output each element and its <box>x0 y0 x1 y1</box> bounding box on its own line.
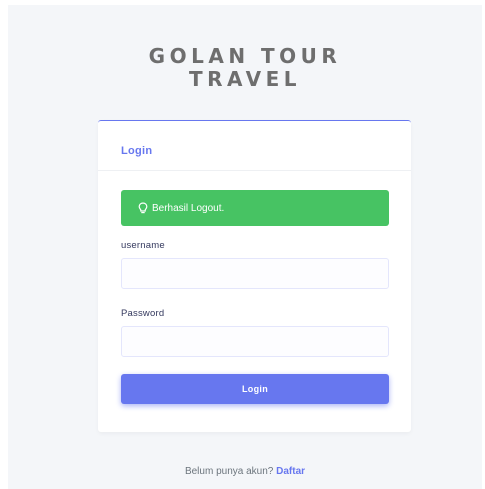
username-label: username <box>121 240 165 251</box>
login-button[interactable]: Login <box>121 374 389 404</box>
lightbulb-icon <box>138 202 148 214</box>
card-header: Login <box>98 121 411 171</box>
brand-title: GOLAN TOUR TRAVEL <box>8 45 482 91</box>
password-field[interactable] <box>121 326 389 357</box>
register-prompt-text: Belum punya akun? <box>184 466 274 477</box>
login-page: GOLAN TOUR TRAVEL Login Berhasil Logout.… <box>8 5 482 489</box>
logout-success-alert: Berhasil Logout. <box>121 190 389 226</box>
brand-line-2: TRAVEL <box>188 67 302 91</box>
password-label: Password <box>121 308 165 319</box>
card-title: Login <box>121 145 153 157</box>
register-link[interactable]: Daftar <box>276 466 305 477</box>
username-field[interactable] <box>121 258 389 289</box>
login-card: Login Berhasil Logout. username Password… <box>98 120 411 432</box>
brand-line-1: GOLAN TOUR <box>148 44 342 68</box>
register-prompt: Belum punya akun? Daftar <box>8 466 482 477</box>
alert-message: Berhasil Logout. <box>152 202 225 214</box>
